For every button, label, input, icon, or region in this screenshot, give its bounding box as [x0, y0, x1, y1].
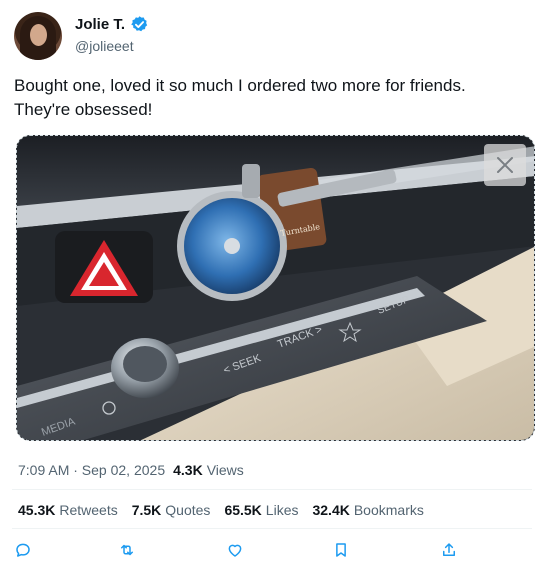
- bookmark-icon: [336, 543, 346, 557]
- timestamp[interactable]: 7:09 AM · Sep 02, 2025: [18, 462, 165, 478]
- engagement-stats: 45.3K Retweets 7.5K Quotes 65.5K Likes 32.4…: [18, 502, 424, 518]
- bookmarks-label: Bookmarks: [353, 502, 424, 518]
- retweets-stat[interactable]: 45.3K Retweets: [18, 502, 118, 518]
- divider: [12, 489, 532, 490]
- retweets-label: Retweets: [59, 502, 118, 518]
- reply-button[interactable]: [12, 539, 34, 561]
- divider: [12, 528, 532, 529]
- likes-stat[interactable]: 65.5K Likes: [224, 502, 298, 518]
- verified-badge-icon[interactable]: [130, 15, 149, 34]
- like-button[interactable]: [224, 539, 246, 561]
- author-handle[interactable]: @jolieeet: [75, 38, 134, 54]
- tweet-meta: 7:09 AM · Sep 02, 2025 4.3K Views: [18, 462, 244, 478]
- views-label: Views: [206, 462, 244, 478]
- retweet-button[interactable]: [116, 539, 138, 561]
- likes-label: Likes: [265, 502, 299, 518]
- action-bar: [0, 539, 542, 565]
- bookmarks-stat[interactable]: 32.4K Bookmarks: [312, 502, 423, 518]
- bookmarks-count: 32.4K: [312, 502, 350, 518]
- bookmark-button[interactable]: [330, 539, 352, 561]
- share-button[interactable]: [438, 539, 460, 561]
- display-name[interactable]: Jolie T.: [75, 16, 125, 33]
- avatar[interactable]: [14, 12, 62, 60]
- retweets-count: 45.3K: [18, 502, 56, 518]
- car-dashboard-photo: MEDIA < SEEK TRACK > SETUP Turntable: [17, 136, 534, 440]
- quotes-stat[interactable]: 7.5K Quotes: [132, 502, 211, 518]
- author-name-row: Jolie T.: [75, 15, 149, 34]
- views-count: 4.3K: [173, 462, 203, 478]
- tweet-photo[interactable]: MEDIA < SEEK TRACK > SETUP Turntable: [16, 135, 535, 441]
- close-icon: [497, 157, 513, 173]
- share-icon: [443, 543, 455, 556]
- tweet-text: Bought one, loved it so much I ordered t…: [14, 76, 466, 119]
- likes-count: 65.5K: [224, 502, 262, 518]
- quotes-count: 7.5K: [131, 502, 162, 518]
- close-media-button[interactable]: [484, 144, 526, 186]
- avatar-face: [30, 24, 47, 46]
- reply-icon: [16, 543, 30, 557]
- quotes-label: Quotes: [165, 502, 211, 518]
- like-icon: [228, 544, 242, 557]
- retweet-icon: [121, 544, 133, 556]
